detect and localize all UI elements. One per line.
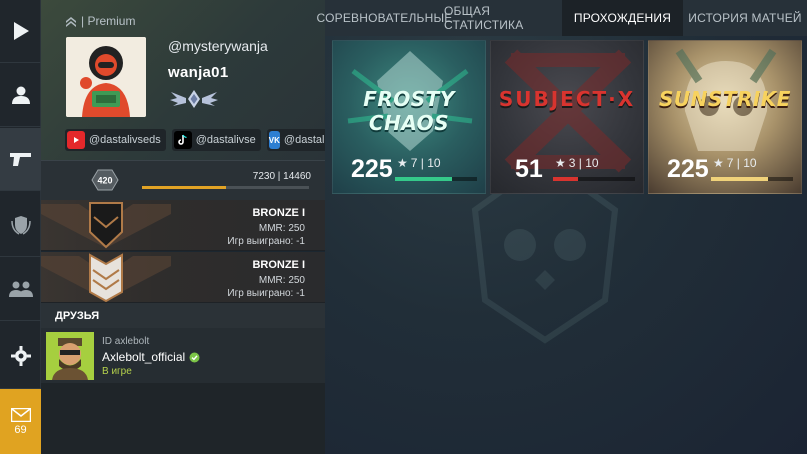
vk-icon: VK (268, 131, 280, 149)
user-icon (11, 86, 30, 104)
friend-name-row: Axlebolt_official (102, 350, 200, 364)
friend-avatar (46, 332, 94, 380)
rank-row[interactable]: BRONZE I MMR: 250 Игр выиграно: -1 (41, 200, 325, 251)
rank-wings-icon (170, 90, 218, 108)
mission-title: SUBJECT·X (498, 87, 636, 111)
player-nickname: wanja01 (168, 64, 229, 81)
avatar-image (66, 37, 146, 117)
mission-stars: ★ 7 | 10 (397, 156, 441, 170)
friend-name: Axlebolt_official (102, 350, 186, 364)
inventory-nav-button[interactable] (0, 128, 41, 191)
mission-progress-fill (711, 177, 769, 181)
mission-progress-fill (553, 177, 578, 181)
premium-label: | Premium (81, 14, 136, 28)
star-icon: ★ (397, 156, 408, 170)
premium-badge: | Premium (65, 14, 135, 28)
clan-nav-button[interactable] (0, 194, 41, 257)
shield-laurel-icon (10, 216, 31, 235)
vk-link[interactable]: VK @dastali (266, 129, 331, 151)
tiktok-link[interactable]: @dastalivse (171, 129, 261, 151)
player-avatar[interactable] (66, 37, 146, 117)
dark-chevron-rank-icon (41, 202, 171, 249)
star-icon: ★ (713, 156, 724, 170)
xp-text: 7230 | 14460 (252, 171, 311, 182)
play-icon (13, 22, 29, 40)
subject-x-art (504, 49, 632, 173)
mission-stars-value: 7 | 10 (410, 156, 441, 170)
pistol-icon (9, 153, 31, 166)
rank-name: BRONZE I (252, 207, 305, 219)
mission-stars-value: 7 | 10 (726, 156, 757, 170)
mission-title: FROSTY CHAOS (363, 87, 455, 135)
rank-row[interactable]: BRONZE I MMR: 250 Игр выиграно: -1 (41, 252, 325, 303)
rank-mmr: MMR: 250 (258, 275, 305, 286)
youtube-label: @dastalivseds (89, 134, 161, 146)
tab-general-stats[interactable]: ОБЩАЯ СТАТИСТИКА (444, 0, 562, 36)
level-value: 420 (97, 176, 112, 186)
player-handle: @mysterywanja (168, 38, 268, 54)
tiktok-icon (173, 131, 192, 149)
profile-card: | Premium @mysterywanja wanja01 @dastali… (41, 0, 331, 160)
friend-list-item[interactable]: ID axlebolt Axlebolt_official В игре (41, 328, 325, 383)
mission-progress-track (395, 177, 477, 181)
friends-nav-button[interactable] (0, 258, 41, 321)
gear-icon (10, 346, 31, 366)
rank-games-won: Игр выиграно: -1 (227, 236, 305, 247)
tab-campaigns[interactable]: ПРОХОЖДЕНИЯ (562, 0, 683, 36)
tab-competitive[interactable]: СОРЕВНОВАТЕЛЬНЫЕ (317, 0, 453, 36)
youtube-link[interactable]: @dastalivseds (65, 129, 166, 151)
mission-score: 225 (351, 155, 393, 183)
mission-progress-track (711, 177, 793, 181)
star-icon: ★ (555, 156, 566, 170)
mission-stars-value: 3 | 10 (568, 156, 599, 170)
mission-stars: ★ 3 | 10 (555, 156, 599, 170)
left-nav-rail: 69 (0, 0, 41, 454)
mission-card-sunstrike[interactable]: SUNSTRIKE 225 ★ 7 | 10 (648, 40, 802, 194)
rank-games-won: Игр выиграно: -1 (227, 288, 305, 299)
rank-name: BRONZE I (252, 259, 305, 271)
mission-score: 225 (667, 155, 709, 183)
friends-panel: ДРУЗЬЯ ID axlebolt Axlebolt_official В и… (41, 303, 325, 454)
friend-id: ID axlebolt (102, 336, 150, 347)
profile-nav-button[interactable] (0, 64, 41, 127)
mission-progress-fill (395, 177, 453, 181)
mail-count-badge: 69 (14, 423, 27, 436)
stats-tabs: СОРЕВНОВАТЕЛЬНЫЕ ОБЩАЯ СТАТИСТИКА ПРОХОЖ… (317, 0, 807, 36)
play-nav-button[interactable] (0, 0, 41, 63)
premium-chevron-icon (66, 16, 76, 27)
tiktok-label: @dastalivse (195, 134, 256, 146)
mission-stars: ★ 7 | 10 (713, 156, 757, 170)
social-links: @dastalivseds @dastalivse VK @dastali (65, 129, 331, 151)
xp-fill (142, 186, 226, 189)
envelope-icon (10, 407, 31, 422)
xp-track (142, 186, 309, 189)
mission-title: SUNSTRIKE (659, 87, 791, 111)
mission-score: 51 (515, 155, 543, 183)
light-chevron-rank-icon (41, 253, 171, 302)
mission-card-frosty-chaos[interactable]: FROSTY CHAOS 225 ★ 7 | 10 (332, 40, 486, 194)
mission-progress-track (553, 177, 635, 181)
vk-label: @dastali (283, 134, 327, 146)
friends-title: ДРУЗЬЯ (41, 303, 325, 328)
mission-card-subject-x[interactable]: SUBJECT·X 51 ★ 3 | 10 (490, 40, 644, 194)
level-badge: 420 (91, 169, 119, 191)
rank-mmr: MMR: 250 (258, 223, 305, 234)
friend-status: В игре (102, 366, 132, 377)
mail-nav-button[interactable]: 69 (0, 389, 41, 454)
verified-icon (189, 352, 200, 362)
level-progress-bar: 420 7230 | 14460 (41, 160, 325, 200)
settings-nav-button[interactable] (0, 324, 41, 389)
main-content: СОРЕВНОВАТЕЛЬНЫЕ ОБЩАЯ СТАТИСТИКА ПРОХОЖ… (317, 0, 807, 454)
group-icon (8, 281, 33, 297)
tab-match-history[interactable]: ИСТОРИЯ МАТЧЕЙ (683, 0, 807, 36)
youtube-icon (67, 131, 85, 149)
